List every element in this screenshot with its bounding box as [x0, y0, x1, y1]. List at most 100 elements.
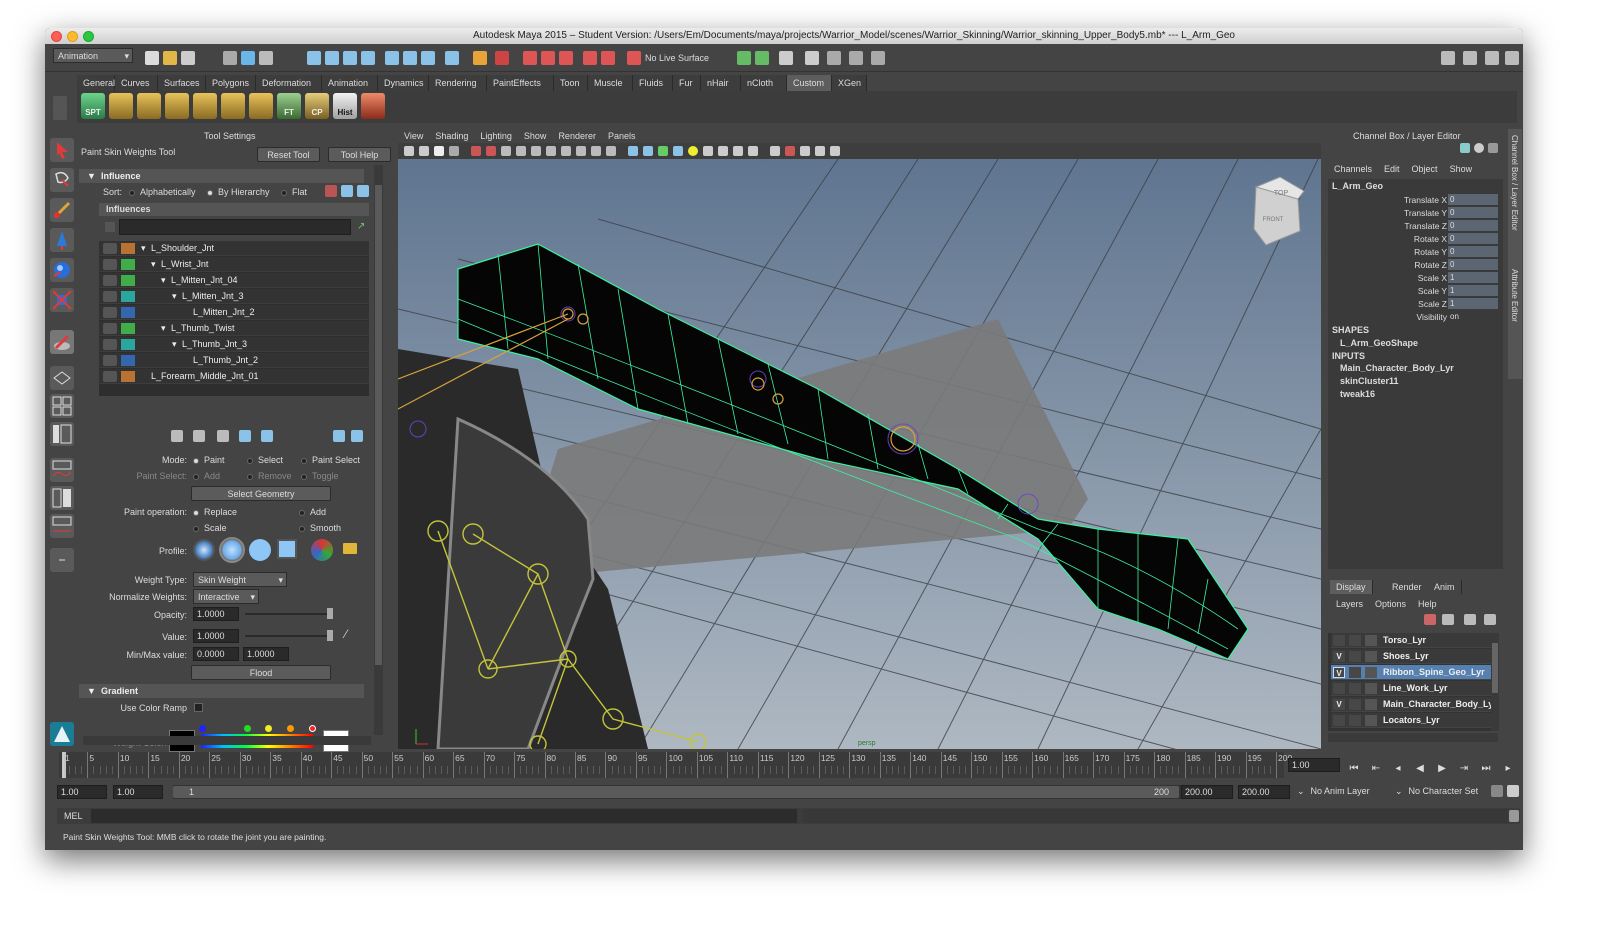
shelf-tab-painteffects[interactable]: PaintEffects: [487, 75, 554, 91]
channel-value[interactable]: on: [1448, 311, 1498, 322]
snap-curve-icon[interactable]: [325, 51, 339, 65]
layer-row[interactable]: V Shoes_Lyr: [1331, 649, 1494, 664]
ramp-key-icon[interactable]: [287, 725, 294, 732]
influence-section-header[interactable]: ▼ Influence: [79, 169, 364, 183]
paint-skin-weights-icon[interactable]: [50, 330, 74, 354]
step-back-key-icon[interactable]: ⇤: [1369, 762, 1383, 776]
construction-history-icon[interactable]: [559, 51, 573, 65]
paint-select-tool-icon[interactable]: [50, 198, 74, 222]
go-to-start-icon[interactable]: ⏮: [1347, 762, 1361, 776]
channel-box-side-tab[interactable]: Channel Box / Layer Editor: [1510, 135, 1519, 231]
layer-tab-display[interactable]: Display: [1330, 580, 1373, 594]
command-input[interactable]: [91, 809, 797, 823]
xray-icon[interactable]: [827, 51, 841, 65]
channel-row[interactable]: Scale Z1: [1330, 298, 1502, 310]
move-tool-icon[interactable]: [50, 228, 74, 252]
layer-visibility-toggle[interactable]: V: [1333, 667, 1345, 678]
snap-plane-icon[interactable]: [361, 51, 375, 65]
viewport-menu-renderer[interactable]: Renderer: [558, 129, 596, 143]
tool-settings-hscrollbar[interactable]: [83, 736, 371, 745]
shelf-tab-general[interactable]: General: [77, 75, 115, 91]
shelf-button-hist[interactable]: Hist: [333, 93, 357, 119]
xray-components-icon[interactable]: [800, 146, 810, 156]
mode-paint-radio[interactable]: Paint: [193, 455, 225, 465]
joint-row-mitten-3[interactable]: ▾ L_Mitten_Jnt_3: [99, 289, 369, 304]
channel-row[interactable]: Rotate Y0: [1330, 246, 1502, 258]
shelf-tab-custom[interactable]: Custom: [787, 75, 832, 91]
layer-playback-toggle[interactable]: [1349, 651, 1361, 662]
profile-solid-brush-icon[interactable]: [249, 539, 271, 561]
joint-row-wrist[interactable]: ▾ L_Wrist_Jnt: [99, 257, 369, 272]
pen-icon[interactable]: [1488, 143, 1498, 153]
shelf-tab-rendering[interactable]: Rendering: [429, 75, 487, 91]
channels-menu[interactable]: Channels: [1334, 163, 1372, 175]
channel-box-toggle-icon[interactable]: [1505, 51, 1519, 65]
new-layer-selected-icon[interactable]: [1424, 614, 1436, 625]
show-menu[interactable]: Show: [1450, 163, 1473, 175]
weight-type-dropdown[interactable]: Skin Weight ▾: [193, 572, 287, 587]
persp-outliner-layout-icon[interactable]: [50, 422, 74, 446]
sort-alphabetically-radio[interactable]: Alphabetically: [129, 187, 196, 197]
layer-row[interactable]: V Main_Character_Body_Ly: [1331, 697, 1494, 712]
end-time-field[interactable]: 200.00: [1238, 785, 1290, 799]
paint-op-add-radio[interactable]: Add: [299, 507, 326, 517]
weight-hammer-icon[interactable]: [217, 430, 229, 442]
time-slider[interactable]: 1 5 10 15 20 25 30 35 40 45 50 55 60 65 70 75 80 85 90 95 10…: [59, 752, 1292, 778]
info-icon[interactable]: [1474, 143, 1484, 153]
lock-icon[interactable]: [103, 355, 117, 366]
value-field[interactable]: 1.0000: [193, 629, 239, 643]
layer-row[interactable]: Torso_Lyr: [1331, 633, 1494, 648]
profile-square-brush-icon[interactable]: [277, 539, 297, 559]
use-color-ramp-checkbox[interactable]: [194, 703, 203, 712]
value-slider-handle[interactable]: [327, 630, 333, 641]
two-d-pan-icon[interactable]: [471, 146, 481, 156]
sort-by-hierarchy-radio[interactable]: By Hierarchy: [207, 187, 270, 197]
four-view-layout-icon[interactable]: [50, 394, 74, 418]
output-ops-icon[interactable]: [541, 51, 555, 65]
open-scene-icon[interactable]: [163, 51, 177, 65]
animation-preferences-icon[interactable]: [1507, 785, 1519, 797]
shape-name[interactable]: L_Arm_GeoShape: [1340, 338, 1418, 348]
bookmarks-icon[interactable]: [434, 146, 444, 156]
channel-row[interactable]: Translate Y0: [1330, 207, 1502, 219]
snap-view-icon[interactable]: [385, 51, 399, 65]
start-time-field[interactable]: 1.00: [57, 785, 107, 799]
ramp-key-icon[interactable]: [199, 725, 206, 732]
isolate-icon[interactable]: [871, 51, 885, 65]
input-item[interactable]: skinCluster11: [1340, 376, 1399, 386]
shelf-button-cp[interactable]: CP: [305, 93, 329, 119]
copy-weights-icon[interactable]: [171, 430, 183, 442]
channel-value[interactable]: 0: [1448, 220, 1498, 231]
channel-row[interactable]: Visibility on: [1330, 311, 1502, 323]
shelf-tab-deformation[interactable]: Deformation: [256, 75, 322, 91]
menu-set-dropdown[interactable]: Animation ▾: [53, 48, 133, 63]
anim-layer-dropdown[interactable]: ⌄ No Anim Layer: [1297, 786, 1370, 797]
shelf-tab-polygons[interactable]: Polygons: [206, 75, 256, 91]
xray-icon[interactable]: [770, 146, 780, 156]
joint-row-thumb-2[interactable]: L_Thumb_Jnt_2: [99, 353, 369, 368]
filter-pick-icon[interactable]: ↗: [357, 221, 365, 232]
playback-end-field[interactable]: 200.00: [1181, 785, 1233, 799]
xray-joints-icon[interactable]: [785, 146, 795, 156]
joint-row-forearm-middle[interactable]: L_Forearm_Middle_Jnt_01: [99, 369, 369, 384]
viewport-menu-panels[interactable]: Panels: [608, 129, 636, 143]
channel-value[interactable]: 0: [1448, 207, 1498, 218]
field-chart-icon[interactable]: [561, 146, 571, 156]
step-back-frame-icon[interactable]: ◂: [1391, 762, 1405, 776]
layer-tab-render[interactable]: Render: [1386, 580, 1429, 594]
channel-value[interactable]: 0: [1448, 259, 1498, 270]
influence-filter-field[interactable]: [119, 219, 351, 235]
select-camera-icon[interactable]: [404, 146, 414, 156]
shelf-tab-fluids[interactable]: Fluids: [633, 75, 673, 91]
shelf-tab-xgen[interactable]: XGen: [832, 75, 867, 91]
attribute-editor-toggle-icon[interactable]: [1463, 51, 1477, 65]
lock-icon[interactable]: [103, 339, 117, 350]
flood-button[interactable]: Flood: [191, 665, 331, 680]
attribute-editor-side-tab[interactable]: Attribute Editor: [1510, 269, 1519, 322]
mel-label[interactable]: MEL: [64, 811, 83, 821]
channel-row[interactable]: Scale X1: [1330, 272, 1502, 284]
opacity-slider-track[interactable]: [245, 613, 329, 615]
shelf-tab-ncloth[interactable]: nCloth: [741, 75, 787, 91]
close-window-button[interactable]: [51, 31, 62, 42]
paste-weights-icon[interactable]: [193, 430, 205, 442]
